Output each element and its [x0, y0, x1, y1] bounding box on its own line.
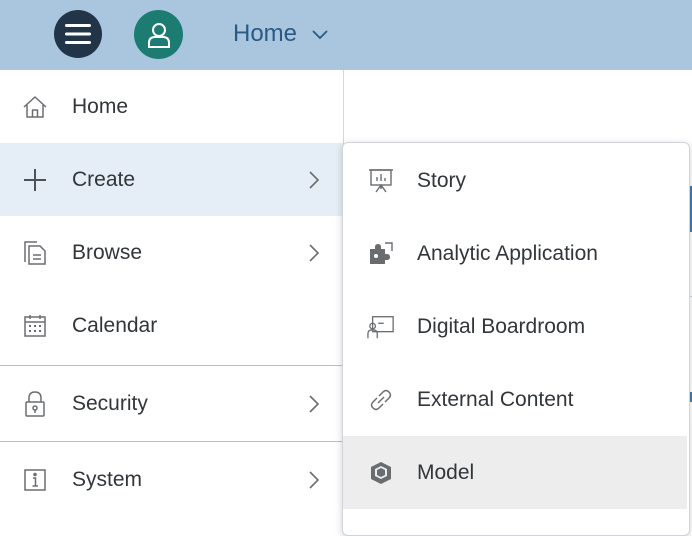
- nav-item-system[interactable]: System: [0, 442, 343, 517]
- page-title: Home: [233, 20, 298, 47]
- menu-button[interactable]: [54, 10, 102, 58]
- submenu-item-label: Analytic Application: [417, 241, 598, 265]
- nav-item-home[interactable]: Home: [0, 70, 343, 143]
- side-navigation: Home Create Browse Calendar Security Sys…: [0, 70, 344, 523]
- shell-header: Home: [0, 0, 692, 70]
- chevron-right-icon: [306, 393, 322, 415]
- puzzle-icon: [367, 240, 395, 268]
- nav-item-label: Home: [72, 94, 129, 118]
- nav-item-browse[interactable]: Browse: [0, 216, 343, 289]
- nav-item-label: Calendar: [72, 313, 158, 337]
- submenu-item-story[interactable]: Story: [343, 144, 687, 217]
- presentation-chart-icon: [367, 167, 395, 195]
- documents-icon: [22, 240, 48, 266]
- submenu-item-label: Digital Boardroom: [417, 314, 586, 338]
- user-avatar-button[interactable]: [134, 10, 183, 59]
- boardroom-icon: [367, 313, 395, 341]
- chevron-right-icon: [306, 469, 322, 491]
- cube-icon: [367, 459, 395, 487]
- info-icon: [22, 467, 48, 493]
- page-title-dropdown[interactable]: Home: [233, 17, 329, 51]
- link-icon: [367, 386, 395, 414]
- home-icon: [22, 94, 48, 120]
- hamburger-menu-icon: [65, 24, 91, 44]
- nav-item-label: System: [72, 467, 143, 491]
- lock-icon: [22, 390, 48, 417]
- nav-item-label: Security: [72, 391, 148, 415]
- plus-icon: [22, 167, 48, 193]
- chevron-right-icon: [306, 242, 322, 264]
- submenu-item-model[interactable]: Model: [343, 436, 687, 509]
- nav-item-label: Create: [72, 167, 136, 191]
- submenu-item-label: Story: [417, 168, 467, 192]
- nav-item-create[interactable]: Create: [0, 143, 343, 216]
- submenu-item-digital-boardroom[interactable]: Digital Boardroom: [343, 290, 687, 363]
- calendar-icon: [22, 313, 48, 339]
- nav-item-label: Browse: [72, 240, 143, 264]
- create-submenu: Story Analytic Application Digital Board…: [342, 142, 690, 536]
- nav-item-security[interactable]: Security: [0, 366, 343, 441]
- submenu-item-external-content[interactable]: External Content: [343, 363, 687, 436]
- chevron-right-icon: [306, 169, 322, 191]
- submenu-item-analytic-application[interactable]: Analytic Application: [343, 217, 687, 290]
- submenu-item-label: Model: [417, 460, 475, 484]
- chevron-down-icon: [312, 30, 328, 40]
- nav-item-calendar[interactable]: Calendar: [0, 289, 343, 362]
- person-icon: [147, 22, 170, 48]
- submenu-item-label: External Content: [417, 387, 574, 411]
